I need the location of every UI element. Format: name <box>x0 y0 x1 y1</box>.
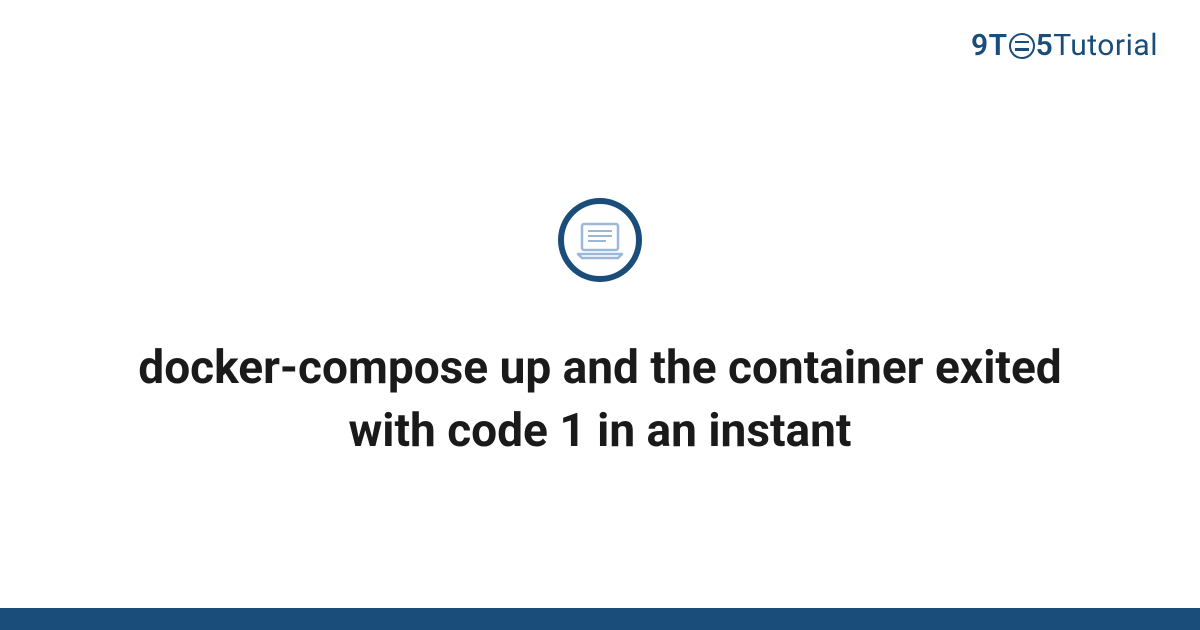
article-title: docker-compose up and the container exit… <box>120 337 1080 461</box>
main-content: docker-compose up and the container exit… <box>0 0 1200 630</box>
laptop-icon <box>558 198 642 282</box>
footer-accent-bar <box>0 608 1200 630</box>
laptop-svg-icon <box>576 220 624 260</box>
